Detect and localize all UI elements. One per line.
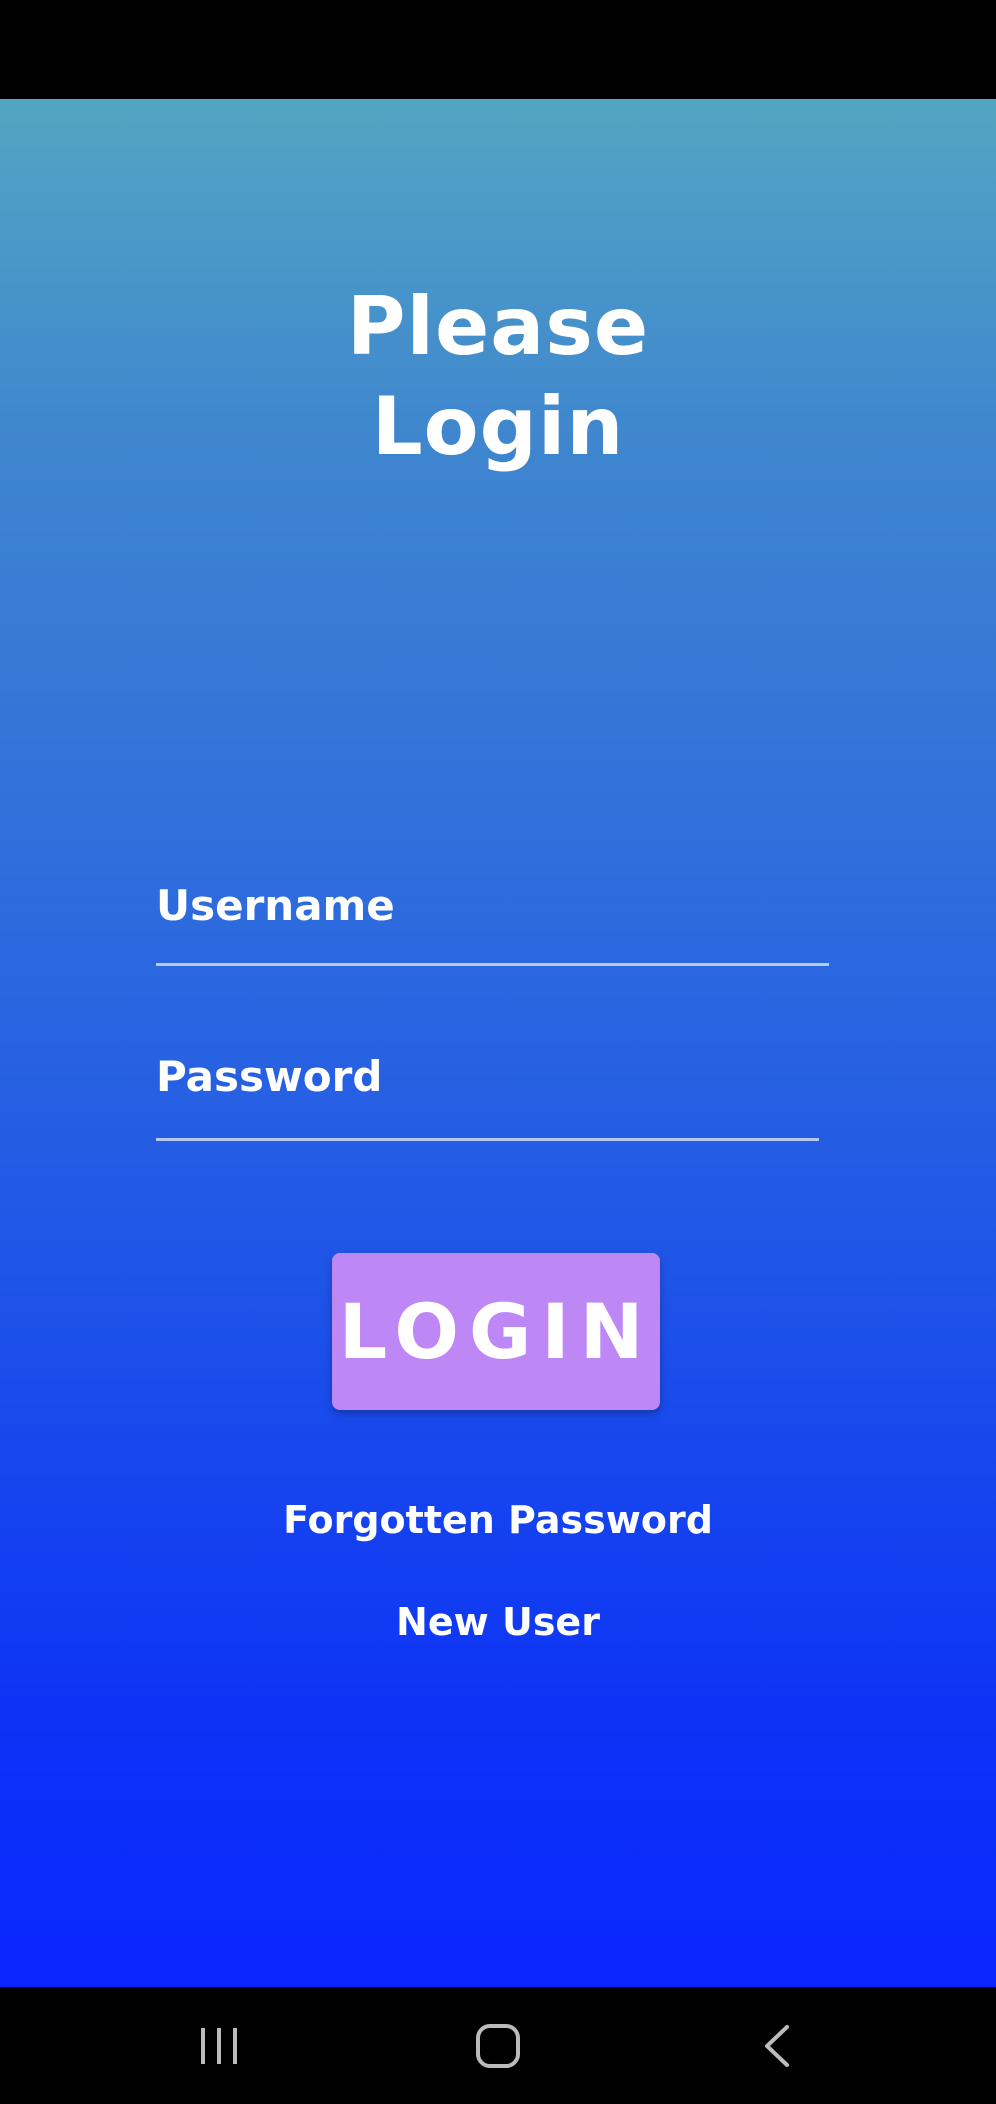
back-button[interactable] bbox=[717, 1987, 837, 2104]
login-screen: Please Login Username Password LOGIN For… bbox=[0, 99, 996, 1987]
title-line-2: Login bbox=[371, 380, 625, 473]
back-icon bbox=[765, 2024, 789, 2067]
username-field[interactable]: Username bbox=[156, 881, 395, 931]
page-title: Please Login bbox=[0, 277, 996, 477]
title-line-1: Please bbox=[346, 280, 650, 373]
recents-button[interactable] bbox=[159, 1987, 279, 2104]
login-button[interactable]: LOGIN bbox=[332, 1253, 660, 1410]
home-button[interactable] bbox=[438, 1987, 558, 2104]
password-field[interactable]: Password bbox=[156, 1052, 382, 1102]
home-icon bbox=[476, 2023, 520, 2068]
new-user-link[interactable]: New User bbox=[0, 1599, 996, 1645]
navigation-bar bbox=[0, 1987, 996, 2104]
recents-icon bbox=[201, 2027, 237, 2064]
status-bar bbox=[0, 0, 996, 99]
forgotten-password-link[interactable]: Forgotten Password bbox=[0, 1497, 996, 1543]
password-underline bbox=[156, 1138, 819, 1141]
username-underline bbox=[156, 963, 829, 966]
